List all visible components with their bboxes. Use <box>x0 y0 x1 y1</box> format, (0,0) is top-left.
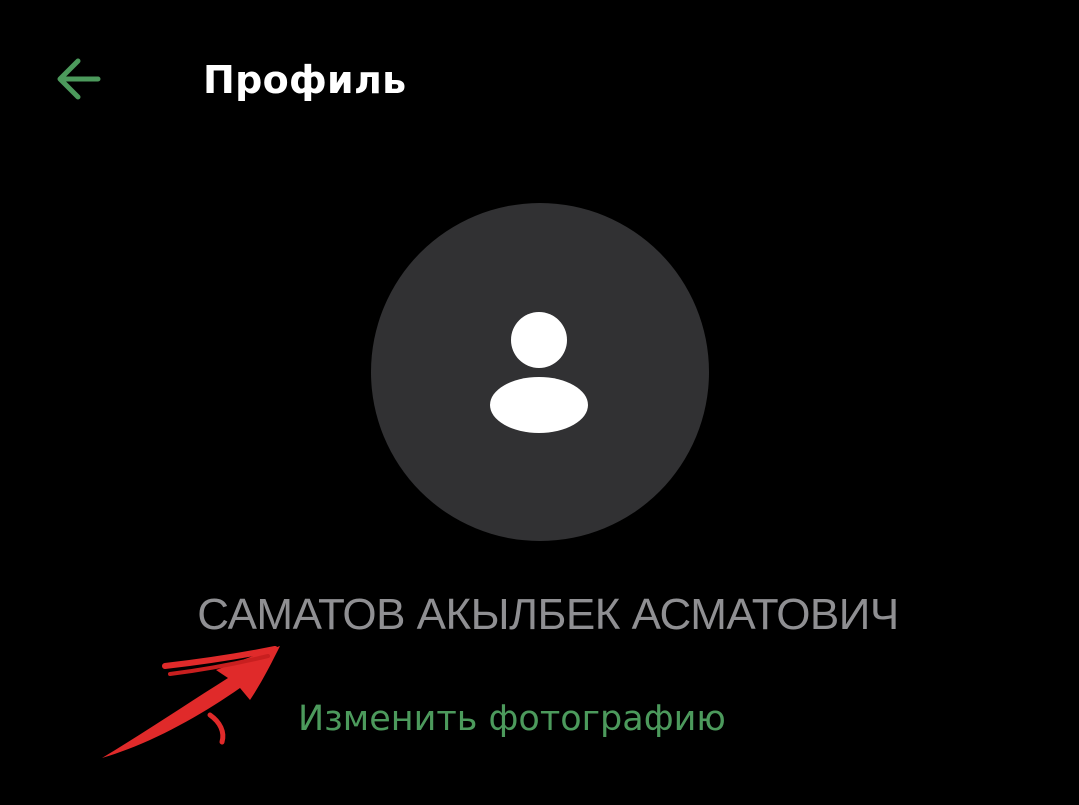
user-full-name: САМАТОВ АКЫЛБЕК АСМАТОВИЧ <box>197 590 899 639</box>
back-button[interactable] <box>50 52 108 106</box>
red-arrow-annotation <box>102 646 280 758</box>
page-title: Профиль <box>203 58 407 102</box>
app-bar: Профиль <box>0 0 1079 160</box>
avatar[interactable] <box>371 203 709 541</box>
arrow-left-icon <box>57 58 101 100</box>
person-icon <box>490 312 588 433</box>
change-photo-link[interactable]: Изменить фотографию <box>298 694 726 744</box>
